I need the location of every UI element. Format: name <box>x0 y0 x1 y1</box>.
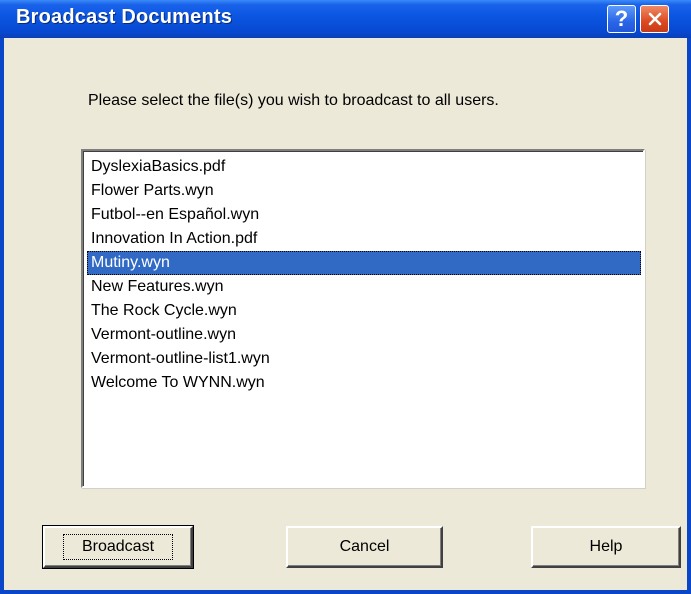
title-bar[interactable]: Broadcast Documents ? <box>0 0 691 38</box>
file-list-item[interactable]: New Features.wyn <box>87 275 641 299</box>
titlebar-help-button[interactable]: ? <box>607 5 636 33</box>
file-list-item[interactable]: Futbol--en Español.wyn <box>87 203 641 227</box>
close-icon <box>648 12 661 26</box>
file-list-item[interactable]: The Rock Cycle.wyn <box>87 299 641 323</box>
broadcast-button-label: Broadcast <box>62 534 174 560</box>
cancel-button-label: Cancel <box>339 538 390 555</box>
file-list-item[interactable]: DyslexiaBasics.pdf <box>87 155 641 179</box>
file-list-item[interactable]: Welcome To WYNN.wyn <box>87 371 641 395</box>
file-list-item-selected[interactable]: Mutiny.wyn <box>87 251 641 275</box>
broadcast-button[interactable]: Broadcast <box>42 525 194 569</box>
close-button[interactable] <box>640 5 669 33</box>
help-button[interactable]: Help <box>531 526 681 568</box>
question-mark-icon: ? <box>614 6 629 31</box>
window-title: Broadcast Documents <box>16 6 233 28</box>
instruction-text: Please select the file(s) you wish to br… <box>88 92 499 109</box>
cancel-button[interactable]: Cancel <box>286 526 443 568</box>
file-list-item[interactable]: Flower Parts.wyn <box>87 179 641 203</box>
help-button-label: Help <box>589 538 623 555</box>
broadcast-documents-dialog: Broadcast Documents ? Please select the … <box>0 0 691 594</box>
file-list-item[interactable]: Vermont-outline-list1.wyn <box>87 347 641 371</box>
file-list-item[interactable]: Innovation In Action.pdf <box>87 227 641 251</box>
file-list-item[interactable]: Vermont-outline.wyn <box>87 323 641 347</box>
file-listbox[interactable]: DyslexiaBasics.pdf Flower Parts.wyn Futb… <box>81 149 645 488</box>
